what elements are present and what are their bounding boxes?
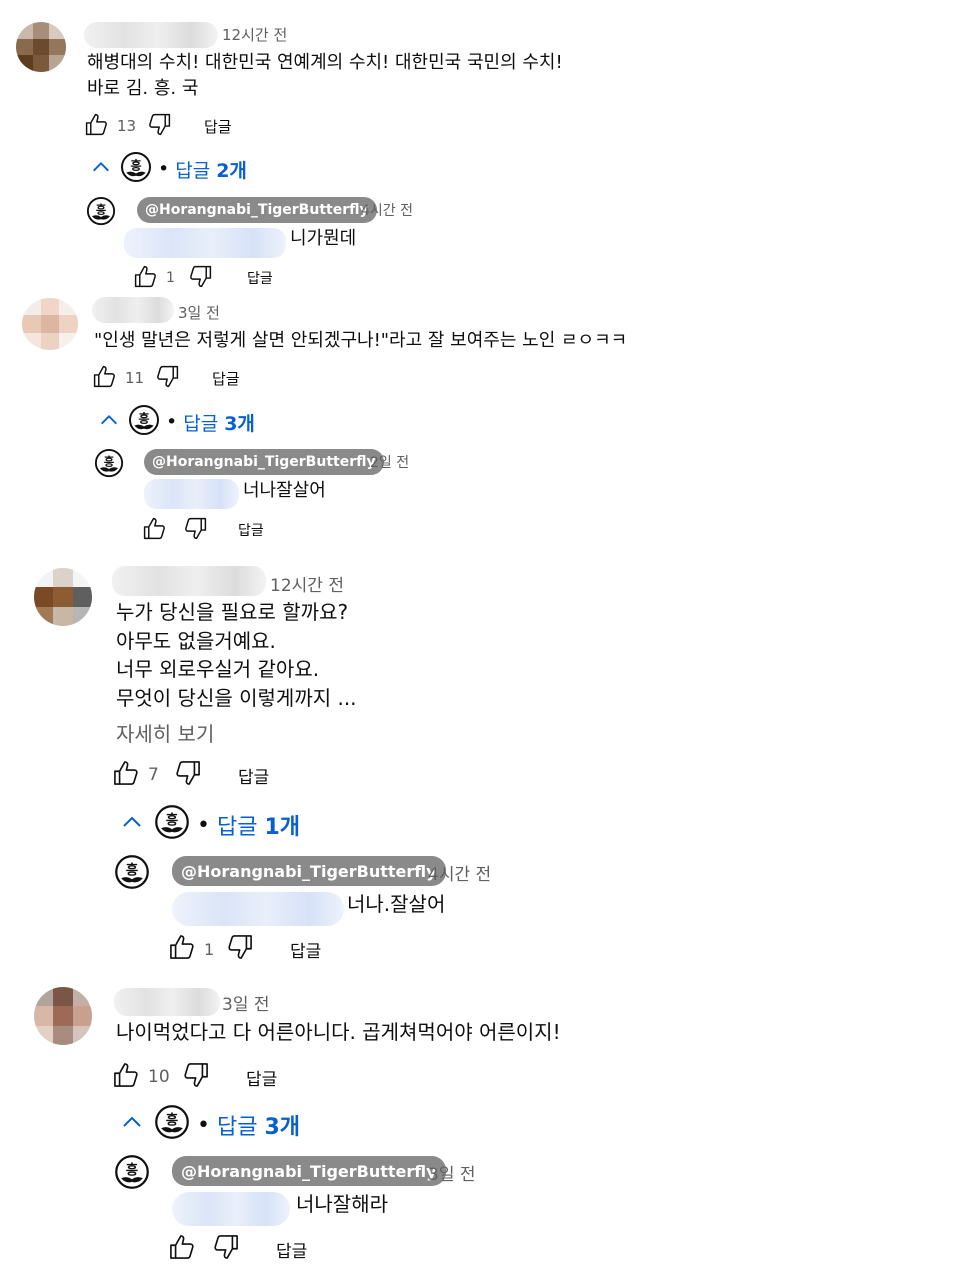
thumb-down-icon[interactable]	[212, 1233, 240, 1265]
channel-handle-chip[interactable]: @Horangnabi_TigerButterfly	[172, 1156, 446, 1186]
reply-handle: @Horangnabi_TigerButterfly	[181, 1161, 437, 1181]
svg-text:흥: 흥	[126, 1162, 138, 1179]
heung-emblem-icon: 흥	[154, 1104, 190, 1146]
blurred-mention[interactable]	[172, 1192, 290, 1226]
thumb-up-icon[interactable]	[168, 1233, 196, 1265]
reply-time: 3일 전	[428, 1165, 476, 1185]
replies-toggle[interactable]: 흥 • 답글 3개	[120, 1104, 301, 1146]
user-avatar[interactable]	[34, 987, 92, 1045]
comment-actions: 10 답글	[112, 1062, 277, 1092]
replies-label: 답글	[216, 1115, 258, 1140]
reply-text: 너나잘해라	[296, 1192, 388, 1216]
reply-button[interactable]: 답글	[276, 1237, 307, 1262]
like-count: 10	[148, 1067, 170, 1087]
heung-emblem-icon[interactable]: 흥	[114, 1154, 150, 1194]
comment-time: 3일 전	[222, 995, 270, 1015]
comment-text: 나이먹었다고 다 어른아니다. 곱게쳐먹어야 어른이지!	[116, 1018, 561, 1047]
reply-actions: 답글	[168, 1234, 307, 1264]
svg-text:흥: 흥	[166, 1112, 178, 1129]
thumb-up-icon[interactable]	[112, 1061, 140, 1093]
thumb-down-icon[interactable]	[182, 1061, 210, 1093]
blurred-username[interactable]	[114, 988, 220, 1016]
comment-line: 나이먹었다고 다 어른아니다. 곱게쳐먹어야 어른이지!	[116, 1020, 561, 1044]
comment-thread: 3일 전 나이먹었다고 다 어른아니다. 곱게쳐먹어야 어른이지! 10 답글 …	[0, 0, 972, 1275]
reply-button[interactable]: 답글	[246, 1065, 277, 1090]
replies-count: 3개	[264, 1115, 301, 1140]
chevron-up-icon	[120, 1110, 144, 1140]
